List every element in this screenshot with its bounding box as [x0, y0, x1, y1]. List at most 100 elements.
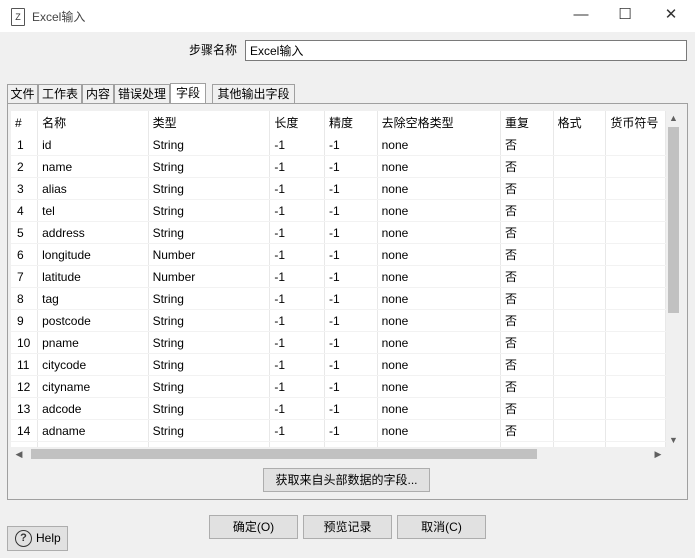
- cell-currency[interactable]: [605, 353, 666, 376]
- cell-name[interactable]: alias: [37, 177, 149, 200]
- cell-format[interactable]: [553, 287, 607, 310]
- cell-index[interactable]: 3: [11, 177, 39, 200]
- table-row[interactable]: 7 latitude Number -1 -1 none 否: [11, 265, 666, 288]
- cell-precision[interactable]: -1: [324, 177, 378, 200]
- cell-trim-type[interactable]: none: [377, 265, 502, 288]
- cell-index[interactable]: 6: [11, 243, 39, 266]
- cell-precision[interactable]: -1: [324, 221, 378, 244]
- cell-type[interactable]: String: [148, 177, 271, 200]
- cell-type[interactable]: String: [148, 199, 271, 222]
- cell-length[interactable]: -1: [269, 397, 325, 420]
- cell-precision[interactable]: -1: [324, 265, 378, 288]
- vertical-scrollbar[interactable]: ▲ ▼: [666, 111, 681, 447]
- fields-table[interactable]: # 名称 类型 长度 精度 去除空格类型 重复 格式 货币符号 1 id Strin…: [11, 111, 666, 447]
- cell-repeat[interactable]: 否: [500, 134, 554, 156]
- cell-trim-type[interactable]: none: [377, 155, 502, 178]
- cell-index[interactable]: 9: [11, 309, 39, 332]
- cell-format[interactable]: [553, 155, 607, 178]
- cell-length[interactable]: -1: [269, 331, 325, 354]
- cell-index[interactable]: 2: [11, 155, 39, 178]
- cell-name[interactable]: tag: [37, 287, 149, 310]
- cell-type[interactable]: String: [148, 353, 271, 376]
- cell-precision[interactable]: -1: [324, 419, 378, 442]
- cell-type[interactable]: String: [148, 287, 271, 310]
- scroll-right-icon[interactable]: ▶: [650, 447, 666, 461]
- ok-button[interactable]: 确定(O): [209, 515, 298, 539]
- scroll-left-icon[interactable]: ◀: [11, 447, 27, 461]
- cell-repeat[interactable]: 否: [500, 287, 554, 310]
- cell-length[interactable]: -1: [269, 309, 325, 332]
- cell-length[interactable]: -1: [269, 287, 325, 310]
- cell-index[interactable]: 11: [11, 353, 39, 376]
- minimize-icon[interactable]: —: [558, 0, 604, 32]
- preview-button[interactable]: 预览记录: [303, 515, 392, 539]
- cell-name[interactable]: adcode: [37, 397, 149, 420]
- cell-name[interactable]: id: [37, 134, 149, 156]
- cell-repeat[interactable]: 否: [500, 419, 554, 442]
- cell-index[interactable]: 8: [11, 287, 39, 310]
- cell-name[interactable]: name: [37, 155, 149, 178]
- tab-worksheet[interactable]: 工作表: [38, 84, 82, 103]
- cell-type[interactable]: String: [148, 331, 271, 354]
- cell-index[interactable]: 14: [11, 419, 39, 442]
- cell-precision[interactable]: -1: [324, 134, 378, 156]
- cell-precision[interactable]: -1: [324, 287, 378, 310]
- cell-trim-type[interactable]: none: [377, 221, 502, 244]
- cell-length[interactable]: -1: [269, 265, 325, 288]
- cell-name[interactable]: longitude: [37, 243, 149, 266]
- table-row[interactable]: 5 address String -1 -1 none 否: [11, 221, 666, 244]
- cell-format[interactable]: [553, 397, 607, 420]
- cell-trim-type[interactable]: none: [377, 397, 502, 420]
- cell-currency[interactable]: [605, 397, 666, 420]
- cell-length[interactable]: -1: [269, 199, 325, 222]
- cell-format[interactable]: [553, 221, 607, 244]
- cell-precision[interactable]: -1: [324, 331, 378, 354]
- table-row[interactable]: 11 citycode String -1 -1 none 否: [11, 353, 666, 376]
- horizontal-scroll-thumb[interactable]: [31, 449, 537, 459]
- column-header-precision[interactable]: 精度: [324, 111, 378, 134]
- cell-type[interactable]: Number: [148, 243, 271, 266]
- table-row[interactable]: 2 name String -1 -1 none 否: [11, 155, 666, 178]
- tab-fields[interactable]: 字段: [170, 83, 206, 104]
- cell-currency[interactable]: [605, 375, 666, 398]
- cell-repeat[interactable]: 否: [500, 375, 554, 398]
- cell-currency[interactable]: [605, 331, 666, 354]
- table-row[interactable]: 4 tel String -1 -1 none 否: [11, 199, 666, 222]
- cell-trim-type[interactable]: none: [377, 419, 502, 442]
- cell-repeat[interactable]: 否: [500, 221, 554, 244]
- cell-type[interactable]: String: [148, 309, 271, 332]
- cell-type[interactable]: String: [148, 375, 271, 398]
- column-header-length[interactable]: 长度: [269, 111, 325, 134]
- cell-format[interactable]: [553, 265, 607, 288]
- cancel-button[interactable]: 取消(C): [397, 515, 486, 539]
- table-row[interactable]: 8 tag String -1 -1 none 否: [11, 287, 666, 310]
- horizontal-scrollbar[interactable]: ◀ ▶: [11, 447, 666, 461]
- cell-format[interactable]: [553, 134, 607, 156]
- cell-name[interactable]: tel: [37, 199, 149, 222]
- column-header-index[interactable]: #: [11, 111, 39, 134]
- cell-currency[interactable]: [605, 134, 666, 156]
- cell-trim-type[interactable]: none: [377, 331, 502, 354]
- cell-repeat[interactable]: 否: [500, 331, 554, 354]
- cell-index[interactable]: 1: [11, 134, 39, 156]
- cell-name[interactable]: pname: [37, 331, 149, 354]
- cell-length[interactable]: -1: [269, 177, 325, 200]
- cell-precision[interactable]: -1: [324, 353, 378, 376]
- cell-repeat[interactable]: 否: [500, 199, 554, 222]
- cell-format[interactable]: [553, 331, 607, 354]
- cell-length[interactable]: -1: [269, 221, 325, 244]
- cell-precision[interactable]: -1: [324, 243, 378, 266]
- table-row[interactable]: 13 adcode String -1 -1 none 否: [11, 397, 666, 420]
- cell-format[interactable]: [553, 419, 607, 442]
- cell-trim-type[interactable]: none: [377, 177, 502, 200]
- tab-error-handling[interactable]: 错误处理: [114, 84, 170, 103]
- cell-repeat[interactable]: 否: [500, 265, 554, 288]
- cell-currency[interactable]: [605, 243, 666, 266]
- cell-type[interactable]: String: [148, 155, 271, 178]
- cell-precision[interactable]: -1: [324, 309, 378, 332]
- cell-trim-type[interactable]: none: [377, 243, 502, 266]
- cell-repeat[interactable]: 否: [500, 309, 554, 332]
- cell-name[interactable]: citycode: [37, 353, 149, 376]
- column-header-repeat[interactable]: 重复: [500, 111, 554, 134]
- cell-repeat[interactable]: 否: [500, 155, 554, 178]
